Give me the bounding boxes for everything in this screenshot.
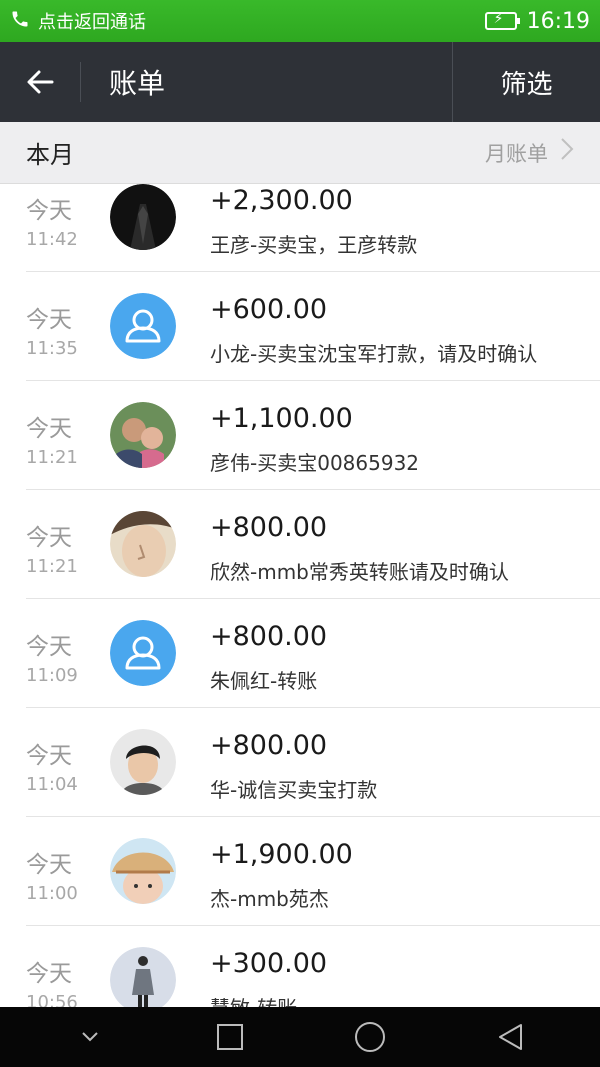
transaction-day: 今天 bbox=[26, 525, 72, 551]
transaction-amount: +600.00 bbox=[210, 294, 328, 325]
transaction-day: 今天 bbox=[26, 743, 72, 769]
transaction-description: 欣然-mmb常秀英转账请及时确认 bbox=[210, 560, 509, 584]
status-time: 16:19 bbox=[526, 8, 590, 34]
photo-dark bbox=[110, 184, 176, 250]
transaction-description: 王彦-买卖宝，王彦转款 bbox=[210, 233, 418, 257]
photo-family bbox=[110, 402, 176, 468]
hide-nav-button[interactable] bbox=[60, 1007, 120, 1067]
title-divider bbox=[80, 62, 81, 102]
status-bar: 点击返回通话 ⚡ 16:19 bbox=[0, 0, 600, 42]
photo-standing-figure bbox=[110, 947, 176, 1007]
photo-face-closeup bbox=[110, 511, 176, 577]
transaction-time: 11:04 bbox=[26, 774, 78, 795]
transaction-description: 小龙-买卖宝沈宝军打款，请及时确认 bbox=[210, 342, 538, 366]
transaction-row[interactable]: 今天 11:09 +800.00 朱佩红-转账 bbox=[0, 599, 600, 708]
transaction-amount: +800.00 bbox=[210, 621, 328, 652]
transaction-row[interactable]: 今天 11:04 +800.00 华-诚信买卖宝打款 bbox=[0, 708, 600, 817]
transaction-amount: +800.00 bbox=[210, 730, 328, 761]
filter-button[interactable]: 筛选 bbox=[452, 42, 600, 122]
month-title: 本月 bbox=[26, 141, 74, 169]
phone-icon[interactable] bbox=[10, 9, 30, 33]
transaction-day: 今天 bbox=[26, 634, 72, 660]
transaction-amount: +1,100.00 bbox=[210, 403, 353, 434]
transaction-day: 今天 bbox=[26, 852, 72, 878]
transaction-time: 11:09 bbox=[26, 665, 78, 686]
transaction-time: 11:21 bbox=[26, 447, 78, 468]
transaction-description: 华-诚信买卖宝打款 bbox=[210, 778, 378, 802]
back-arrow-icon bbox=[27, 70, 54, 94]
transaction-row[interactable]: 今天 11:35 +600.00 小龙-买卖宝沈宝军打款，请及时确认 bbox=[0, 272, 600, 381]
transaction-description: 彦伟-买卖宝00865932 bbox=[210, 451, 420, 475]
transaction-day: 今天 bbox=[26, 961, 72, 987]
bill-list[interactable]: 今天 11:42 +2,300.00 王彦-买卖宝，王彦转款 今天 11:35 +600.0… bbox=[0, 184, 600, 1007]
transaction-description: 杰-mmb苑杰 bbox=[210, 887, 329, 911]
transaction-time: 11:00 bbox=[26, 883, 78, 904]
transaction-amount: +300.00 bbox=[210, 948, 328, 979]
transaction-time: 11:21 bbox=[26, 556, 78, 577]
return-to-call-text[interactable]: 点击返回通话 bbox=[38, 8, 146, 34]
transaction-description: 慧敏-转账 bbox=[210, 992, 297, 1007]
default-person-icon bbox=[110, 293, 176, 359]
default-person-icon bbox=[110, 620, 176, 686]
transaction-day: 今天 bbox=[26, 416, 72, 442]
monthly-bill-link[interactable]: 月账单 bbox=[485, 137, 574, 168]
chevron-right-icon bbox=[560, 137, 574, 168]
transaction-row[interactable]: 今天 10:56 +300.00 慧敏-转账 bbox=[0, 926, 600, 1007]
transaction-row[interactable]: 今天 11:21 +1,100.00 彦伟-买卖宝00865932 bbox=[0, 381, 600, 490]
transaction-row[interactable]: 今天 11:21 +800.00 欣然-mmb常秀英转账请及时确认 bbox=[0, 490, 600, 599]
monthly-bill-label: 月账单 bbox=[485, 141, 548, 166]
back-nav-button[interactable] bbox=[480, 1007, 540, 1067]
square-icon bbox=[217, 1024, 243, 1050]
month-header: 本月 月账单 bbox=[0, 122, 600, 184]
photo-short-hair bbox=[110, 729, 176, 795]
chevron-down-icon bbox=[82, 1032, 98, 1042]
title-bar: 账单 筛选 bbox=[0, 42, 600, 122]
transaction-day: 今天 bbox=[26, 307, 72, 333]
transaction-row[interactable]: 今天 11:00 +1,900.00 杰-mmb苑杰 bbox=[0, 817, 600, 926]
transaction-amount: +2,300.00 bbox=[210, 185, 353, 216]
recents-button[interactable] bbox=[200, 1007, 260, 1067]
navigation-bar bbox=[0, 1007, 600, 1067]
page-title: 账单 bbox=[109, 67, 166, 100]
circle-icon bbox=[355, 1022, 385, 1052]
back-button[interactable] bbox=[0, 42, 80, 122]
transaction-time: 11:35 bbox=[26, 338, 78, 359]
transaction-time: 11:42 bbox=[26, 229, 78, 250]
transaction-amount: +800.00 bbox=[210, 512, 328, 543]
photo-straw-hat bbox=[110, 838, 176, 904]
transaction-description: 朱佩红-转账 bbox=[210, 669, 318, 693]
transaction-time: 10:56 bbox=[26, 992, 78, 1007]
transaction-amount: +1,900.00 bbox=[210, 839, 353, 870]
home-button[interactable] bbox=[340, 1007, 400, 1067]
triangle-back-icon bbox=[499, 1024, 522, 1050]
transaction-row[interactable]: 今天 11:42 +2,300.00 王彦-买卖宝，王彦转款 bbox=[0, 184, 600, 272]
battery-icon: ⚡ bbox=[484, 11, 520, 30]
transaction-day: 今天 bbox=[26, 198, 72, 224]
